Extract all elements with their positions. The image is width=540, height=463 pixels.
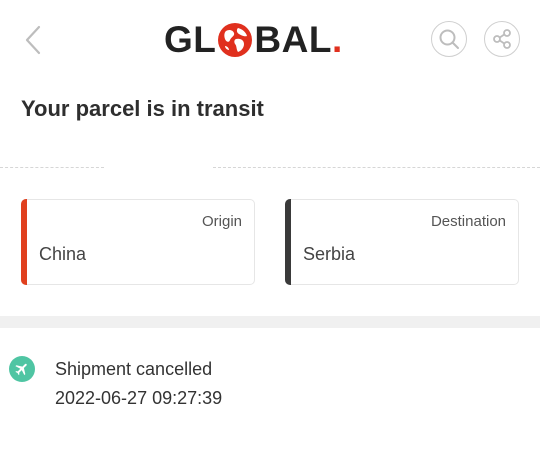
- chevron-left-icon: [25, 25, 41, 55]
- search-button[interactable]: [431, 21, 467, 57]
- search-icon: [439, 29, 459, 49]
- logo-text-right: BAL: [254, 19, 332, 60]
- app-header: GL BAL .: [0, 0, 540, 81]
- destination-label: Destination: [430, 213, 506, 230]
- share-button[interactable]: [484, 21, 520, 57]
- parcel-status-title: Your parcel is in transit: [21, 96, 264, 121]
- divider-left: [0, 167, 104, 168]
- airplane-icon: [9, 356, 35, 382]
- divider-right: [213, 167, 540, 168]
- event-timestamp: 2022-06-27 09:27:39: [55, 388, 223, 408]
- share-icon: [493, 29, 511, 49]
- back-button[interactable]: [22, 24, 46, 56]
- event-status: Shipment cancelled: [55, 359, 213, 379]
- destination-country: Serbia: [303, 244, 356, 264]
- globe-icon: [217, 22, 253, 58]
- logo-dot: .: [331, 19, 343, 60]
- origin-label: Origin: [201, 213, 242, 230]
- origin-card: Origin China: [21, 199, 255, 285]
- logo-text-left: GL: [164, 19, 217, 60]
- origin-country: China: [39, 244, 87, 264]
- section-separator: [0, 316, 540, 328]
- destination-card: Destination Serbia: [285, 199, 519, 285]
- destination-accent-bar: [285, 199, 291, 285]
- global-logo: GL BAL .: [164, 18, 343, 62]
- origin-accent-bar: [21, 199, 27, 285]
